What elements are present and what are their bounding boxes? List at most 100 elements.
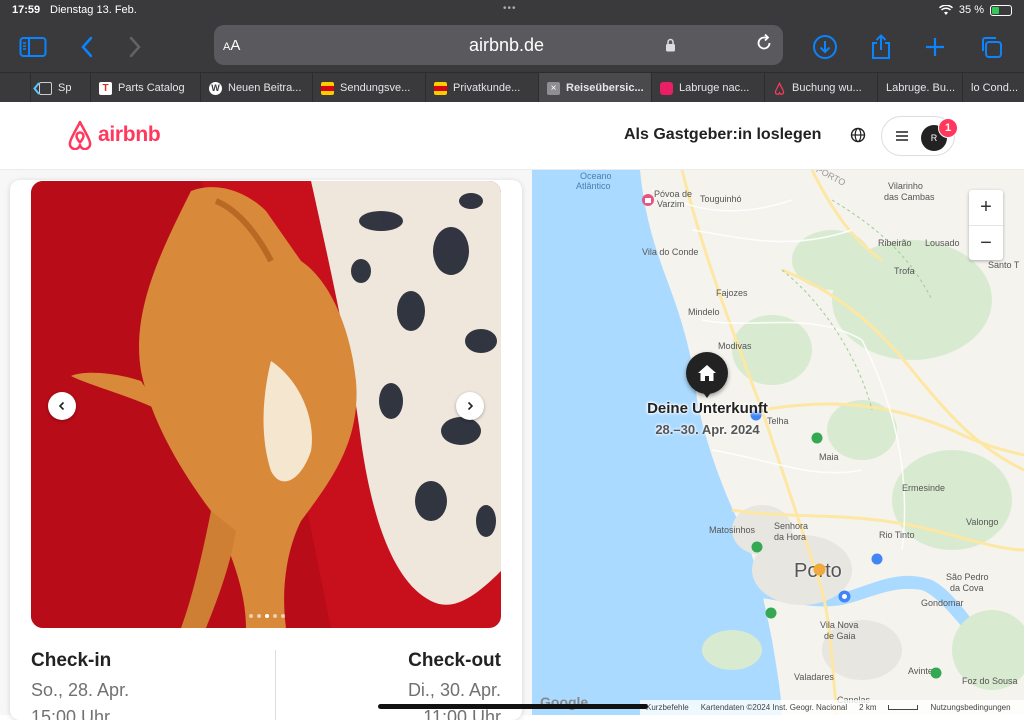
checkout-section: Check-out Di., 30. Apr. 11:00 Uhr (275, 650, 501, 720)
map-label: Senhora (774, 521, 809, 531)
checkin-title: Check-in (31, 650, 112, 671)
lock-icon (666, 38, 675, 52)
url-text: airbnb.de (469, 35, 545, 55)
brand-name: airbnb (98, 123, 161, 146)
address-bar[interactable]: AAAA airbnb.de (214, 25, 783, 65)
status-time: 17:59 (12, 4, 41, 16)
tab-item[interactable]: W Neuen Beitra... (200, 73, 312, 103)
photo-next-button[interactable] (456, 392, 484, 420)
user-menu-button[interactable]: R 1 (881, 116, 958, 156)
checkin-section: Check-in So., 28. Apr. 15:00 Uhr (31, 650, 261, 720)
pin-title: Deine Unterkunft (647, 400, 768, 417)
multitasking-dots-icon[interactable]: ••• (503, 3, 517, 14)
battery-icon (990, 4, 1012, 16)
map-label: Lousado (925, 238, 960, 248)
map-view[interactable]: Oceano Atlântico Póvoa de Varzim Touguin… (532, 170, 1024, 715)
tab-item[interactable]: Buchung wu... (764, 73, 877, 103)
web-page: airbnb Als Gastgeber:in loslegen R 1 Che… (0, 102, 1024, 720)
terms-link[interactable]: Nutzungsbedingungen (930, 703, 1010, 712)
menu-icon (896, 131, 908, 141)
keyboard-shortcuts-link[interactable]: Kurzbefehle (646, 703, 689, 712)
new-tab-icon[interactable] (920, 32, 950, 62)
sidebar-icon[interactable] (18, 32, 48, 62)
map-label: Trofa (894, 266, 915, 276)
airbnb-logo[interactable]: airbnb (66, 120, 161, 150)
download-icon[interactable] (810, 32, 840, 62)
tab-item[interactable]: Labruge nac... (651, 73, 764, 103)
accommodation-pin[interactable] (686, 352, 728, 394)
checkin-time: 15:00 Uhr (31, 707, 111, 720)
map-label: Atlântico (576, 181, 611, 191)
map-label: Gondomar (921, 598, 964, 608)
airbnb-favicon-icon (774, 81, 785, 95)
pin-tail (702, 391, 712, 398)
tab-item[interactable]: T Parts Catalog (90, 73, 200, 103)
battery-percent: 35 % (958, 4, 984, 16)
landmark-pin-icon[interactable] (813, 563, 826, 576)
map-label: da Cova (950, 583, 984, 593)
transit-pin-icon[interactable] (871, 553, 883, 565)
map-scale: 2 km (859, 703, 877, 712)
map-label: das Cambas (884, 192, 935, 202)
map-label: da Hora (774, 532, 807, 542)
checkin-date: So., 28. Apr. (31, 680, 130, 700)
tab-bar: Sp T Parts Catalog W Neuen Beitra... Sendu… (0, 72, 1024, 103)
tab-item[interactable]: Privatkunde... (425, 73, 538, 103)
map-label: Valongo (966, 517, 999, 527)
pagination-dot (249, 614, 253, 618)
browser-toolbar: AAAA airbnb.de (0, 22, 1024, 72)
tab-item[interactable]: Labruge. Bu... (877, 73, 962, 103)
map-label: Ermesinde (902, 483, 946, 493)
notification-badge: 1 (938, 118, 958, 138)
map-label: Vila Nova (820, 620, 859, 630)
airbnb-logo-icon (68, 120, 92, 150)
map-attribution: Kartendaten ©2024 Inst. Geogr. Nacional (700, 703, 848, 712)
map-label: São Pedro (946, 572, 989, 582)
zoom-out-button[interactable]: − (969, 225, 1003, 260)
forward-icon[interactable] (120, 32, 150, 62)
cat-photo-image (31, 181, 501, 628)
checkout-date: Di., 30. Apr. (407, 680, 501, 700)
park-pin-icon[interactable] (765, 607, 777, 619)
tab-item[interactable]: lo Cond... (962, 73, 1024, 103)
tab-scroll-left-icon[interactable] (33, 82, 41, 95)
pagination-dot-active (265, 614, 269, 618)
home-indicator[interactable] (378, 704, 648, 709)
reader-options-button[interactable]: AAAA (223, 37, 240, 54)
pagination-dot (281, 614, 285, 618)
become-host-link[interactable]: Als Gastgeber:in loslegen (624, 126, 821, 144)
map-label: Foz do Sousa (962, 676, 1018, 686)
reload-icon[interactable] (754, 33, 774, 53)
map-label: Maia (819, 452, 839, 462)
zoom-in-button[interactable]: + (969, 190, 1003, 225)
globe-icon[interactable] (848, 125, 868, 145)
map-label: Valadares (794, 672, 834, 682)
map-attribution-bar: Kurzbefehle Kartendaten ©2024 Inst. Geog… (640, 700, 1024, 715)
wifi-icon (938, 4, 953, 15)
site-header: airbnb Als Gastgeber:in loslegen R 1 (0, 102, 1024, 170)
checkout-title: Check-out (408, 650, 501, 671)
map-label: Ribeirão (878, 238, 912, 248)
tab-item-active[interactable]: × Reiseübersic... (538, 73, 651, 103)
map-scale-bar (888, 705, 919, 710)
tab-overview-icon[interactable] (976, 32, 1006, 62)
back-icon[interactable] (72, 32, 102, 62)
photo-prev-button[interactable] (48, 392, 76, 420)
share-icon[interactable] (866, 32, 896, 62)
listing-photo[interactable] (31, 181, 501, 628)
park-pin-icon[interactable] (811, 432, 823, 444)
park-pin-icon[interactable] (930, 667, 942, 679)
tab-item[interactable]: Sendungsve... (312, 73, 425, 103)
map-label: de Gaia (824, 631, 856, 641)
chevron-left-icon (58, 401, 65, 411)
map-zoom-control: + − (969, 190, 1003, 260)
shopping-pin-icon[interactable] (641, 193, 655, 207)
park-pin-icon[interactable] (751, 541, 763, 553)
reservation-panel: Check-in So., 28. Apr. 15:00 Uhr Check-o… (0, 170, 532, 720)
close-tab-icon[interactable]: × (547, 81, 560, 95)
map-label: Santo T (988, 260, 1020, 270)
map-label: Vila do Conde (642, 247, 699, 257)
photo-pagination-dots (249, 614, 285, 618)
pin-dates: 28.–30. Apr. 2024 (655, 422, 760, 437)
location-pin-icon[interactable] (838, 590, 851, 603)
